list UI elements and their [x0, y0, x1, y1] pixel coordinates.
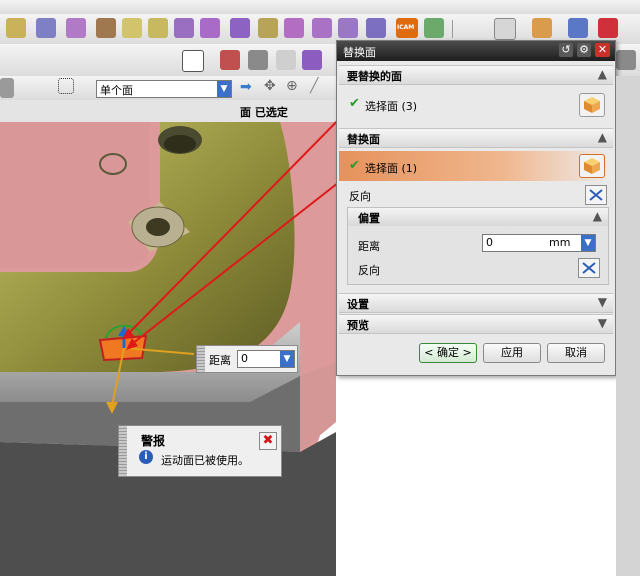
chevron-down-icon[interactable]: ▼ — [581, 235, 595, 251]
chevron-down-icon[interactable]: ▼ — [280, 351, 294, 367]
alert-message: 运动面已被使用。 — [161, 454, 249, 467]
tool-13-icon[interactable] — [338, 18, 358, 38]
tool-18-icon[interactable] — [568, 18, 588, 38]
status-strip: 面 已选定 — [0, 100, 336, 123]
distance-input[interactable]: 0 mm ▼ — [482, 234, 596, 252]
tool-7-icon[interactable] — [174, 18, 194, 38]
check-icon: ✔ — [349, 96, 360, 111]
distance-popup-input[interactable]: 0 ▼ — [237, 350, 295, 368]
cube-select-icon[interactable] — [579, 93, 605, 117]
tool-26-icon[interactable] — [0, 78, 14, 98]
check-icon: ✔ — [349, 158, 360, 173]
tool-9-icon[interactable] — [230, 18, 250, 38]
chevron-up-icon[interactable]: ▲ — [598, 67, 607, 81]
drag-handle[interactable] — [119, 426, 127, 476]
selection-filter-value: 单个面 — [100, 84, 133, 97]
cube-select-icon[interactable] — [579, 154, 605, 178]
replacement-face-header[interactable]: 替换面 ▲ — [339, 128, 613, 148]
tool-1-icon[interactable] — [6, 18, 26, 38]
tool-14-icon[interactable] — [366, 18, 386, 38]
hole-top-inner — [164, 135, 196, 153]
tool-23-icon[interactable] — [276, 50, 296, 70]
preview-label: 预览 — [347, 319, 369, 332]
tool-4-icon[interactable] — [96, 18, 116, 38]
tool-16-icon[interactable] — [494, 18, 516, 40]
distance-value: 0 — [486, 236, 493, 249]
toolbar-row-1 — [0, 0, 640, 15]
alert-close-icon[interactable]: ✖ — [259, 432, 277, 450]
chevron-up-icon[interactable]: ▲ — [593, 209, 602, 223]
alert-title: 警报 — [141, 434, 166, 448]
replacement-face-label: 替换面 — [347, 133, 380, 146]
chevron-down-icon: ▼ — [217, 81, 231, 97]
distance-label: 距离 — [358, 240, 380, 253]
tool-27-icon[interactable] — [58, 78, 74, 94]
tool-22-icon[interactable] — [248, 50, 268, 70]
replace-face-dialog: 替换面 ↺ ⚙ ✕ 要替换的面 ▲ ✔ 选择面 (3) 替换面 ▲ ✔ 选择面 … — [336, 40, 616, 376]
tool-10-icon[interactable] — [258, 18, 278, 38]
faces-to-replace-label: 要替换的面 — [347, 70, 402, 83]
tool-24-icon[interactable] — [302, 50, 322, 70]
reverse-direction-icon[interactable] — [585, 185, 607, 205]
preview-header[interactable]: 预览 ▼ — [339, 314, 613, 334]
tool-20-icon[interactable] — [182, 50, 204, 72]
chevron-down-icon[interactable]: ▼ — [598, 316, 607, 330]
tool-11-icon[interactable] — [284, 18, 304, 38]
chevron-down-icon[interactable]: ▼ — [598, 295, 607, 309]
move-icon[interactable]: ✥ — [264, 78, 276, 94]
tool-15-icon[interactable] — [424, 18, 444, 38]
faces-to-replace-header[interactable]: 要替换的面 ▲ — [339, 65, 613, 85]
boss-hole — [146, 218, 170, 236]
icam-label: ICAM — [397, 24, 415, 31]
info-icon: i — [139, 450, 153, 464]
selection-status: 面 已选定 — [240, 106, 288, 119]
distance-popup-value: 0 — [241, 352, 248, 365]
offset-group: 偏置 ▲ 距离 0 mm ▼ 反向 — [347, 207, 609, 285]
distance-popup: 距离 0 ▼ — [196, 345, 298, 373]
tool-12-icon[interactable] — [312, 18, 332, 38]
tool-6-icon[interactable] — [148, 18, 168, 38]
reverse-label: 反向 — [349, 190, 371, 203]
undo-icon[interactable]: ↺ — [559, 43, 573, 57]
tool-2-icon[interactable] — [36, 18, 56, 38]
inner-pink-area — [0, 122, 150, 268]
select-faces-label[interactable]: 选择面 (3) — [365, 98, 417, 114]
icam-icon[interactable]: ICAM — [396, 18, 418, 38]
tool-25-icon[interactable] — [616, 50, 636, 70]
distance-unit: mm — [549, 236, 571, 249]
reverse-direction-icon[interactable] — [578, 258, 600, 278]
drag-handle[interactable] — [197, 346, 205, 372]
close-icon[interactable]: ✕ — [595, 43, 610, 57]
settings-label: 设置 — [347, 298, 369, 311]
tool-8-icon[interactable] — [200, 18, 220, 38]
tool-17-icon[interactable] — [532, 18, 552, 38]
cancel-button[interactable]: 取消 — [547, 343, 605, 363]
replacement-select-row[interactable]: ✔ 选择面 (1) — [339, 151, 613, 181]
tool-5-icon[interactable] — [122, 18, 142, 38]
right-edge-strip — [616, 76, 640, 576]
line-icon[interactable]: ╱ — [310, 78, 318, 94]
tool-3-icon[interactable] — [66, 18, 86, 38]
offset-header[interactable]: 偏置 ▲ — [348, 208, 608, 226]
distance-popup-label: 距离 — [209, 354, 231, 367]
tool-19-icon[interactable] — [598, 18, 618, 38]
tool-21-icon[interactable] — [220, 50, 240, 70]
selection-filter-dropdown[interactable]: 单个面 ▼ — [96, 80, 232, 98]
offset-reverse-label: 反向 — [358, 264, 380, 277]
settings-header[interactable]: 设置 ▼ — [339, 293, 613, 313]
ok-button[interactable]: < 确定 > — [419, 343, 477, 363]
select-face-label: 选择面 (1) — [365, 162, 418, 175]
transform-icon[interactable]: ⊕ — [286, 78, 298, 94]
chevron-up-icon[interactable]: ▲ — [598, 130, 607, 144]
alert-box: 警报 i 运动面已被使用。 ✖ — [118, 425, 282, 477]
offset-label: 偏置 — [358, 212, 380, 225]
gear-icon[interactable]: ⚙ — [577, 43, 591, 57]
dialog-title: 替换面 — [343, 46, 376, 59]
arrow-right-icon[interactable]: ➡ — [240, 79, 252, 95]
dialog-titlebar[interactable]: 替换面 ↺ ⚙ ✕ — [337, 41, 615, 61]
apply-button[interactable]: 应用 — [483, 343, 541, 363]
